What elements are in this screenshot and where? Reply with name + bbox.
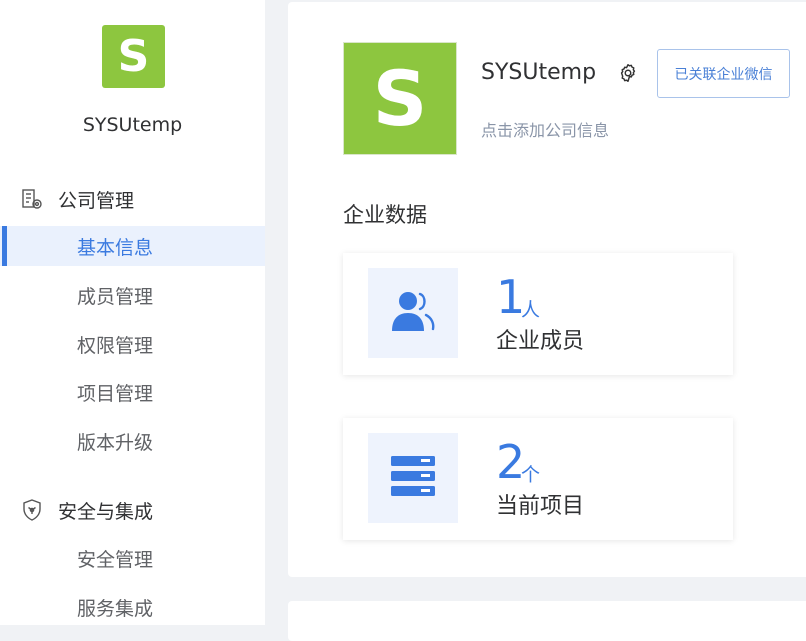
menu-group-company-management: 公司管理 xyxy=(20,186,134,212)
secondary-card xyxy=(288,601,806,641)
gear-icon[interactable] xyxy=(617,62,639,84)
sidebar-item-member-management[interactable]: 成员管理 xyxy=(0,275,265,315)
sidebar-item-label: 成员管理 xyxy=(77,285,154,308)
stat-label: 企业成员 xyxy=(496,329,585,354)
stat-unit: 个 xyxy=(521,464,541,486)
company-logo[interactable]: S xyxy=(343,42,457,155)
sidebar-item-label: 版本升级 xyxy=(77,431,154,454)
sidebar-item-project-management[interactable]: 项目管理 xyxy=(0,372,265,412)
sidebar-item-permission-management[interactable]: 权限管理 xyxy=(0,324,265,364)
sidebar: S SYSUtemp 公司管理 基本信息 成员管理 权限管理 项目管理 版本升级 xyxy=(0,0,265,625)
linked-wechat-work-button[interactable]: 已关联企业微信 xyxy=(657,49,790,98)
stat-card-members[interactable]: 1 人 企业成员 xyxy=(343,253,733,375)
stat-icon-box xyxy=(368,268,458,358)
sidebar-item-label: 服务集成 xyxy=(77,597,154,620)
stat-label: 当前项目 xyxy=(496,494,585,519)
enterprise-data-title: 企业数据 xyxy=(343,203,427,227)
company-logo-small: S xyxy=(102,25,165,88)
menu-group-label: 安全与集成 xyxy=(58,500,154,523)
sidebar-item-label: 项目管理 xyxy=(77,382,154,405)
stat-icon-box xyxy=(368,433,458,523)
sidebar-item-label: 安全管理 xyxy=(77,548,154,571)
sidebar-item-label: 权限管理 xyxy=(77,334,154,357)
menu-group-label: 公司管理 xyxy=(58,189,135,212)
sidebar-item-basic-info[interactable]: 基本信息 xyxy=(0,226,265,266)
shield-icon xyxy=(20,498,44,522)
server-stack-icon xyxy=(390,454,436,502)
sidebar-item-security-management[interactable]: 安全管理 xyxy=(0,538,265,578)
company-logo-letter: S xyxy=(372,54,428,143)
sidebar-item-version-upgrade[interactable]: 版本升级 xyxy=(0,421,265,461)
company-name: SYSUtemp xyxy=(481,60,597,85)
sidebar-item-label: 基本信息 xyxy=(77,236,154,259)
add-company-info-link[interactable]: 点击添加公司信息 xyxy=(481,117,609,141)
stat-card-projects[interactable]: 2 个 当前项目 xyxy=(343,418,733,540)
sidebar-item-service-integration[interactable]: 服务集成 xyxy=(0,587,265,625)
logo-letter: S xyxy=(117,31,150,82)
stat-unit: 人 xyxy=(521,299,541,321)
building-settings-icon xyxy=(20,187,44,211)
members-icon xyxy=(390,289,436,337)
menu-group-security-integration: 安全与集成 xyxy=(20,497,153,523)
sidebar-company-name: SYSUtemp xyxy=(82,114,183,136)
